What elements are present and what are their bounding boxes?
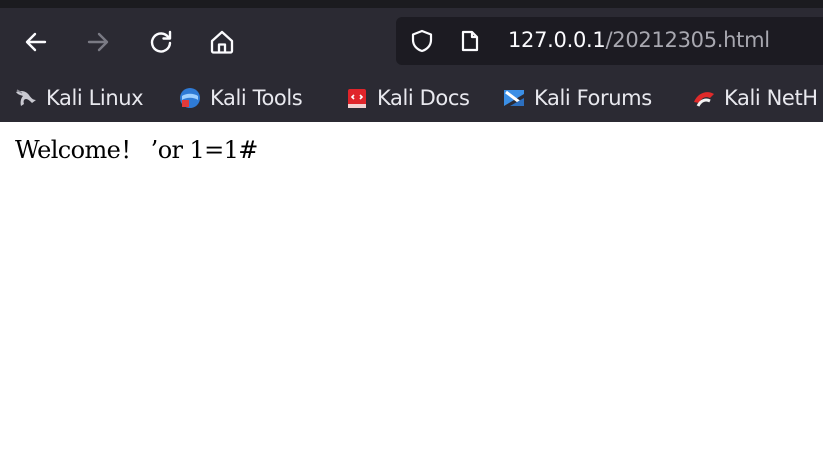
bookmark-kali-docs[interactable]: Kali Docs: [345, 84, 470, 112]
kali-docs-icon: [345, 86, 369, 110]
bookmark-label: Kali Forums: [534, 86, 652, 110]
bookmark-label: Kali Docs: [377, 86, 470, 110]
navigation-toolbar: 127.0.0.1/20212305.html: [0, 8, 823, 76]
page-icon[interactable]: [458, 29, 482, 53]
address-bar[interactable]: 127.0.0.1/20212305.html: [396, 17, 823, 65]
bookmarks-toolbar: Kali Linux Kali Tools Kali Docs Kali For…: [0, 76, 823, 122]
bookmark-label: Kali NetH: [724, 86, 818, 110]
reload-icon: [150, 30, 172, 53]
url-path: /20212305.html: [605, 28, 771, 52]
home-icon: [210, 30, 234, 54]
forward-button[interactable]: [80, 24, 116, 60]
forward-arrow-icon: [87, 32, 109, 52]
page-content: Welcome！ ’or 1=1#: [0, 122, 823, 474]
home-button[interactable]: [204, 24, 240, 60]
url-text[interactable]: 127.0.0.1/20212305.html: [508, 28, 770, 52]
browser-window: 127.0.0.1/20212305.html Kali Linux Kali …: [0, 0, 823, 474]
kali-tools-icon: [178, 86, 202, 110]
kali-dragon-icon: [14, 86, 38, 110]
bookmark-kali-linux[interactable]: Kali Linux: [14, 84, 144, 112]
reload-button[interactable]: [143, 24, 179, 60]
bookmark-kali-nethunter[interactable]: Kali NetH: [692, 84, 818, 112]
shield-icon[interactable]: [410, 29, 434, 53]
back-arrow-icon: [25, 32, 47, 52]
bookmark-kali-tools[interactable]: Kali Tools: [178, 84, 303, 112]
url-host: 127.0.0.1: [508, 28, 606, 52]
bookmark-kali-forums[interactable]: Kali Forums: [502, 84, 652, 112]
welcome-text: Welcome！ ’or 1=1#: [15, 136, 258, 164]
back-button[interactable]: [18, 24, 54, 60]
bookmark-label: Kali Tools: [210, 86, 303, 110]
kali-nethunter-icon: [692, 86, 716, 110]
kali-forums-icon: [502, 86, 526, 110]
tab-strip: [0, 0, 823, 8]
bookmark-label: Kali Linux: [46, 86, 144, 110]
